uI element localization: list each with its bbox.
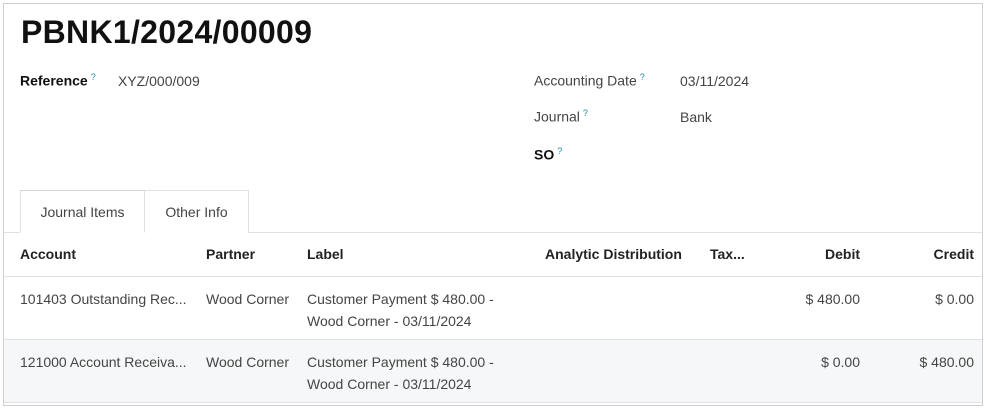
accounting-date-help-icon[interactable]: ?	[640, 72, 645, 82]
column-label[interactable]: Label	[307, 233, 344, 276]
reference-label-text: Reference	[20, 72, 88, 89]
column-analytic-distribution[interactable]: Analytic Distribution	[545, 233, 682, 276]
reference-value[interactable]: XYZ/000/009	[118, 73, 200, 89]
row-label-line2[interactable]: Wood Corner - 03/11/2024	[307, 310, 471, 332]
row-account[interactable]: 101403 Outstanding Rec...	[20, 288, 187, 310]
accounting-date-value[interactable]: 03/11/2024	[680, 73, 749, 89]
page-title: PBNK1/2024/00009	[21, 14, 313, 50]
reference-label: Reference?	[20, 72, 96, 89]
journal-help-icon[interactable]: ?	[583, 108, 588, 118]
journal-label: Journal?	[534, 108, 588, 125]
column-partner[interactable]: Partner	[206, 233, 255, 276]
accounting-date-label-text: Accounting Date	[534, 72, 637, 89]
table-header: Account Partner Label Analytic Distribut…	[4, 233, 982, 277]
row-debit[interactable]: $ 0.00	[821, 351, 860, 373]
column-taxes[interactable]: Tax...	[710, 233, 745, 276]
row-label-line2[interactable]: Wood Corner - 03/11/2024	[307, 373, 471, 395]
tab-journal-items[interactable]: Journal Items	[20, 190, 145, 233]
row-partner[interactable]: Wood Corner	[206, 288, 289, 310]
accounting-date-label: Accounting Date?	[534, 72, 645, 89]
journal-entry-form: PBNK1/2024/00009 Reference? XYZ/000/009 …	[3, 3, 983, 406]
column-debit[interactable]: Debit	[825, 233, 860, 276]
column-account[interactable]: Account	[20, 233, 76, 276]
column-credit[interactable]: Credit	[934, 233, 974, 276]
journal-value[interactable]: Bank	[680, 109, 712, 125]
tab-other-info[interactable]: Other Info	[145, 190, 249, 233]
row-account[interactable]: 121000 Account Receiva...	[20, 351, 187, 373]
row-debit[interactable]: $ 480.00	[806, 288, 861, 310]
row-partner[interactable]: Wood Corner	[206, 351, 289, 373]
row-label-line1[interactable]: Customer Payment $ 480.00 -	[307, 351, 494, 373]
journal-label-text: Journal	[534, 108, 580, 125]
reference-help-icon[interactable]: ?	[91, 72, 96, 82]
row-credit[interactable]: $ 480.00	[920, 351, 975, 373]
row-label-line1[interactable]: Customer Payment $ 480.00 -	[307, 288, 494, 310]
notebook-tabs: Journal Items Other Info	[4, 190, 982, 233]
table-row[interactable]: 121000 Account Receiva... Wood Corner Cu…	[4, 340, 982, 403]
so-label: SO?	[534, 146, 562, 163]
table-row[interactable]: 101403 Outstanding Rec... Wood Corner Cu…	[4, 277, 982, 340]
row-credit[interactable]: $ 0.00	[935, 288, 974, 310]
so-help-icon[interactable]: ?	[557, 146, 562, 156]
so-label-text: SO	[534, 146, 555, 163]
